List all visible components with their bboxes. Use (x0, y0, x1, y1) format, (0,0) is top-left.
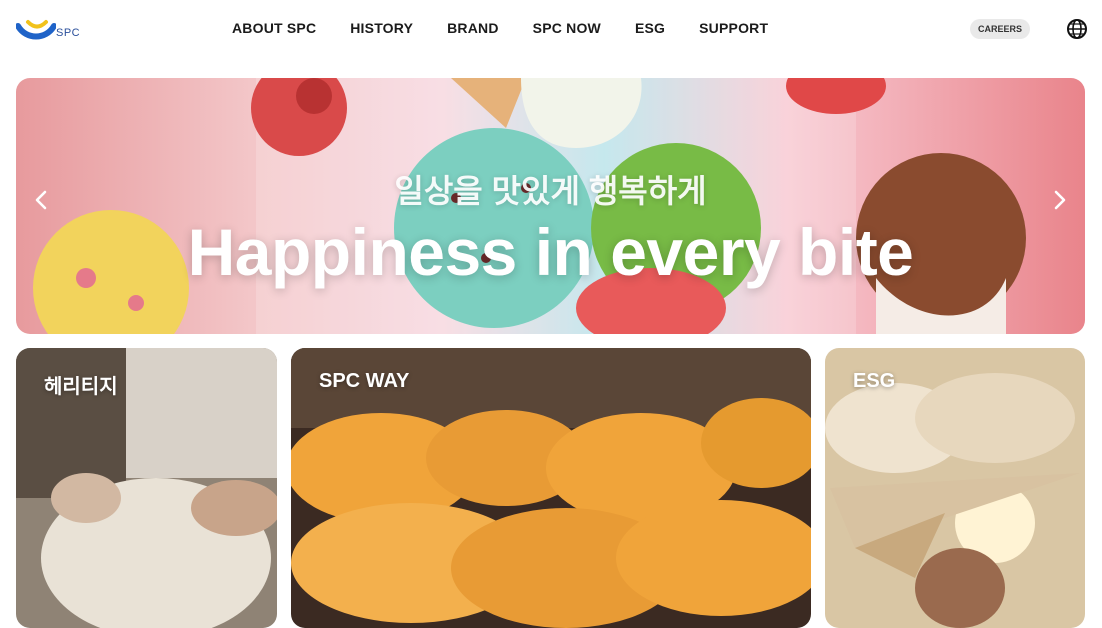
hero-korean-tagline: 일상을 맛있게 행복하게 (394, 173, 707, 209)
hero-headline: Happiness in every bite (187, 215, 914, 289)
logo-text: SPC (56, 27, 81, 39)
chevron-right-icon[interactable] (1045, 186, 1073, 214)
card-esg-label: ESG (853, 370, 896, 392)
nav-about-spc[interactable]: ABOUT SPC (232, 20, 316, 36)
card-heritage[interactable]: 헤리티지 (16, 348, 277, 628)
card-heritage-label: 헤리티지 (44, 376, 118, 398)
nav-support[interactable]: SUPPORT (699, 20, 768, 36)
card-spc-way-label: SPC WAY (319, 370, 410, 392)
spc-logo[interactable]: SPC (15, 16, 96, 46)
hero-banner[interactable]: 일상을 맛있게 행복하게 Happiness in every bite (16, 78, 1085, 334)
site-header: SPC ABOUT SPC HISTORY BRAND SPC NOW ESG … (0, 0, 1102, 62)
chevron-left-icon[interactable] (28, 186, 56, 214)
nav-spc-now[interactable]: SPC NOW (533, 20, 601, 36)
spc-logo-mark-icon (15, 20, 57, 40)
card-spc-way[interactable]: SPC WAY (291, 348, 811, 628)
globe-icon[interactable] (1066, 18, 1088, 40)
card-esg[interactable]: ESG (825, 348, 1085, 628)
nav-history[interactable]: HISTORY (350, 20, 413, 36)
nav-esg[interactable]: ESG (635, 20, 665, 36)
nav-brand[interactable]: BRAND (447, 20, 499, 36)
main-nav: ABOUT SPC HISTORY BRAND SPC NOW ESG SUPP… (232, 20, 768, 36)
careers-button[interactable]: CAREERS (970, 19, 1031, 39)
